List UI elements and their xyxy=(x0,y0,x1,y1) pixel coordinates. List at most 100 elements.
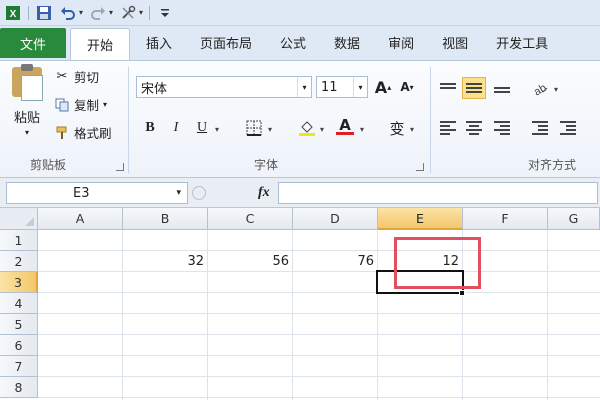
row-header-6[interactable]: 6 xyxy=(0,335,38,356)
redo-dropdown-icon[interactable]: ▾ xyxy=(109,8,113,17)
copy-label: 复制 xyxy=(74,98,100,113)
cell-b2[interactable]: 32 xyxy=(123,251,208,272)
cut-label: 剪切 xyxy=(74,70,100,85)
align-left-button[interactable] xyxy=(436,117,460,139)
column-header-b[interactable]: B xyxy=(123,208,208,230)
group-divider xyxy=(430,67,431,173)
chevron-down-icon[interactable]: ▾ xyxy=(176,188,181,198)
copy-button[interactable]: 复制 ▾ xyxy=(54,95,107,114)
italic-button[interactable]: I xyxy=(165,117,187,139)
paste-button[interactable]: 粘贴 ▾ xyxy=(6,64,48,137)
separator xyxy=(28,5,29,20)
row-header-3[interactable]: 3 xyxy=(0,272,38,293)
tab-page-layout[interactable]: 页面布局 xyxy=(186,28,266,56)
grow-font-label: A xyxy=(374,77,388,97)
paste-label: 粘贴 xyxy=(13,111,40,126)
column-header-e[interactable]: E xyxy=(378,208,463,230)
column-header-a[interactable]: A xyxy=(38,208,123,230)
ribbon: 粘贴 ▾ ✂ 剪切 复制 ▾ 格式刷 剪贴板 宋体 ▾ 11 ▾ A ▴ A ▾ B… xyxy=(0,60,600,178)
fill-color-button[interactable] xyxy=(296,117,318,139)
gridline xyxy=(38,397,600,398)
format-painter-label: 格式刷 xyxy=(74,126,112,141)
cell-d2[interactable]: 76 xyxy=(293,251,378,272)
grow-font-button[interactable]: A ▴ xyxy=(372,76,394,98)
underline-button[interactable]: U xyxy=(191,117,213,139)
paste-icon xyxy=(12,64,43,101)
decrease-indent-button[interactable] xyxy=(528,117,552,139)
shrink-font-button[interactable]: A ▾ xyxy=(396,76,418,98)
phonetic-button[interactable]: 变 xyxy=(386,117,408,139)
increase-indent-button[interactable] xyxy=(556,117,580,139)
gridline xyxy=(38,355,600,356)
font-name-combo[interactable]: 宋体 ▾ xyxy=(136,76,312,98)
font-launcher-icon[interactable] xyxy=(416,163,424,171)
cell-c2[interactable]: 56 xyxy=(208,251,293,272)
tab-insert[interactable]: 插入 xyxy=(130,28,186,56)
brush-icon xyxy=(54,125,70,141)
alignment-group-label: 对齐方式 xyxy=(528,158,577,172)
column-header-f[interactable]: F xyxy=(463,208,548,230)
gridline xyxy=(38,334,600,335)
undo-dropdown-icon[interactable]: ▾ xyxy=(79,8,83,17)
svg-text:X: X xyxy=(10,9,17,20)
redo-icon[interactable] xyxy=(89,4,107,22)
name-box-value: E3 xyxy=(73,185,90,201)
excel-logo-icon: X xyxy=(4,4,22,22)
row-header-2[interactable]: 2 xyxy=(0,251,38,272)
separator xyxy=(149,5,151,20)
align-right-button[interactable] xyxy=(490,117,514,139)
tab-file[interactable]: 文件 xyxy=(0,28,66,58)
chevron-down-icon[interactable]: ▾ xyxy=(320,125,324,134)
chevron-down-icon[interactable]: ▾ xyxy=(297,77,311,97)
row-header-5[interactable]: 5 xyxy=(0,314,38,335)
chevron-down-icon: ▾ xyxy=(24,128,29,137)
chevron-down-icon[interactable]: ▾ xyxy=(360,125,364,134)
align-bottom-button[interactable] xyxy=(490,77,514,99)
select-all-corner[interactable] xyxy=(0,208,38,230)
tab-formulas[interactable]: 公式 xyxy=(266,28,320,56)
tab-review[interactable]: 审阅 xyxy=(374,28,428,56)
font-color-swatch xyxy=(336,131,354,135)
orientation-button[interactable]: ab xyxy=(528,77,552,99)
clipboard-launcher-icon[interactable] xyxy=(116,163,124,171)
column-header-g[interactable]: G xyxy=(548,208,600,230)
bold-button[interactable]: B xyxy=(139,117,161,139)
tab-data[interactable]: 数据 xyxy=(320,28,374,56)
align-center-button[interactable] xyxy=(462,117,486,139)
tab-developer[interactable]: 开发工具 xyxy=(482,28,562,56)
gridline xyxy=(547,230,548,400)
font-color-button[interactable]: A xyxy=(334,115,356,137)
column-header-c[interactable]: C xyxy=(208,208,293,230)
name-box[interactable]: E3 ▾ xyxy=(6,182,188,204)
cut-button[interactable]: ✂ 剪切 xyxy=(54,67,99,86)
chevron-down-icon[interactable]: ▾ xyxy=(215,125,219,134)
align-top-button[interactable] xyxy=(436,77,460,99)
tab-home[interactable]: 开始 xyxy=(70,28,130,60)
format-painter-button[interactable]: 格式刷 xyxy=(54,123,112,142)
tools-dropdown-icon[interactable]: ▾ xyxy=(139,8,143,17)
chevron-down-icon[interactable]: ▾ xyxy=(554,85,558,94)
shrink-font-label: A xyxy=(400,80,410,94)
formula-grip-icon xyxy=(192,186,206,200)
align-middle-button[interactable] xyxy=(462,77,486,99)
font-size-value: 11 xyxy=(321,79,338,95)
fx-icon[interactable]: fx xyxy=(258,185,270,201)
undo-icon[interactable] xyxy=(59,4,77,22)
fill-handle[interactable] xyxy=(459,290,465,296)
row-header-4[interactable]: 4 xyxy=(0,293,38,314)
chevron-down-icon[interactable]: ▾ xyxy=(353,77,367,97)
font-size-combo[interactable]: 11 ▾ xyxy=(316,76,368,98)
border-icon xyxy=(246,120,262,136)
row-header-1[interactable]: 1 xyxy=(0,230,38,251)
border-button[interactable] xyxy=(243,117,265,139)
formula-input[interactable] xyxy=(278,182,598,204)
row-header-7[interactable]: 7 xyxy=(0,356,38,377)
chevron-down-icon[interactable]: ▾ xyxy=(410,125,414,134)
chevron-down-icon[interactable]: ▾ xyxy=(268,125,272,134)
tab-view[interactable]: 视图 xyxy=(428,28,482,56)
row-header-8[interactable]: 8 xyxy=(0,377,38,398)
tools-icon[interactable] xyxy=(119,4,137,22)
save-icon[interactable] xyxy=(35,4,53,22)
customize-icon[interactable] xyxy=(156,4,174,22)
column-header-d[interactable]: D xyxy=(293,208,378,230)
